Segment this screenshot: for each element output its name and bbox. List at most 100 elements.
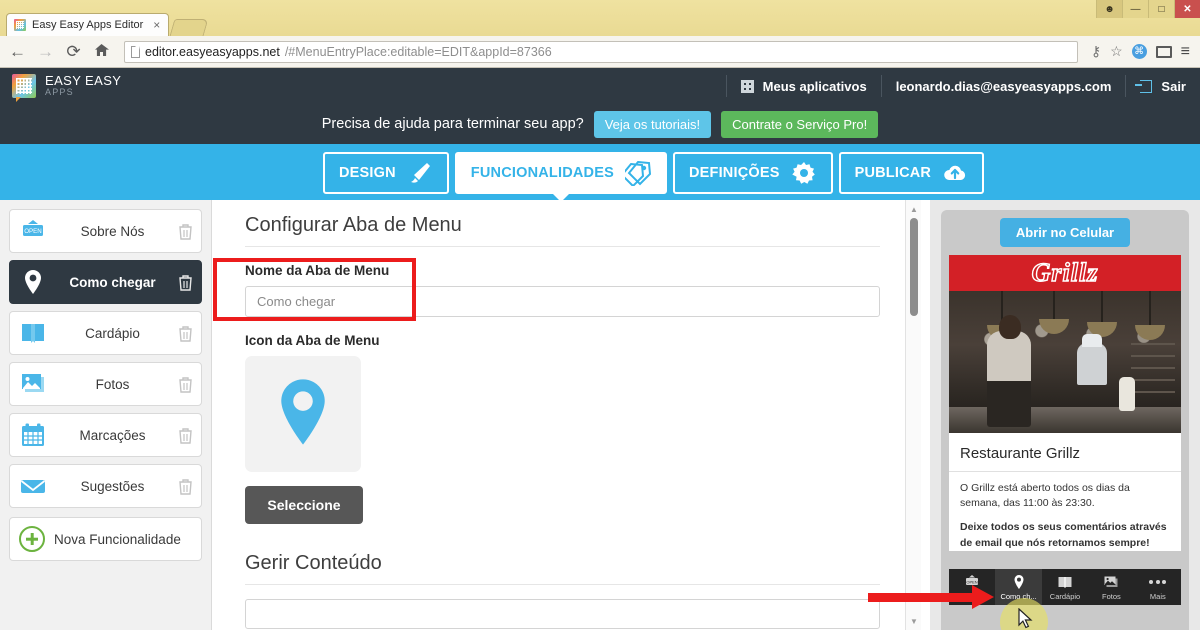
screenshot-frame-icon[interactable] [1156,46,1172,58]
browser-menu-icon[interactable]: ≡ [1181,43,1190,61]
url-path: /#MenuEntryPlace:editable=EDIT&appId=873… [285,45,552,59]
brand-line1: EASY EASY [45,74,121,88]
maximize-button[interactable]: □ [1148,0,1174,18]
preview-body: O Grillz está aberto todos os dias da se… [949,472,1181,551]
open-book-icon [1057,574,1073,590]
svg-text:OPEN: OPEN [24,228,42,235]
sidebar-item-label: Como chegar [47,275,178,290]
pro-service-button[interactable]: Contrate o Serviço Pro! [721,111,878,138]
my-apps-label: Meus aplicativos [763,79,867,94]
tab-design[interactable]: DESIGN [323,152,449,194]
tab-publicar-label: PUBLICAR [855,165,932,181]
url-host: editor.easyeasyapps.net [145,45,280,59]
tab-publicar[interactable]: PUBLICAR [839,152,985,194]
close-window-button[interactable]: ✕ [1174,0,1200,18]
cloud-upload-icon [942,160,968,186]
help-question: Precisa de ajuda para terminar seu app? [322,116,584,132]
main-tab-band: DESIGN FUNCIONALIDADES DEFINIÇÕES [0,144,1200,200]
phone-tab-fotos[interactable]: Fotos [1088,569,1134,605]
mouse-cursor [1018,608,1034,630]
tutorials-button[interactable]: Veja os tutoriais! [594,111,711,138]
forward-icon[interactable]: → [36,42,55,62]
map-pin-icon [265,374,341,455]
main-scrollbar[interactable]: ▲ ▼ [905,200,921,630]
logout-link[interactable]: Sair [1126,68,1200,104]
easy-easy-apps-logo-icon [12,74,36,98]
sidebar-item-label: Sugestões [47,479,178,494]
icon-field-group: Icon da Aba de Menu Seleccione [245,333,880,524]
delete-icon[interactable] [178,274,193,291]
delete-icon[interactable] [178,376,193,393]
new-tab-button[interactable] [170,19,209,36]
my-apps-link[interactable]: Meus aplicativos [727,68,881,104]
scrollbar-thumb[interactable] [910,218,918,316]
phone-frame: Abrir no Celular Grillz [941,210,1189,630]
new-feature-button[interactable]: Nova Funcionalidade [9,517,202,561]
address-bar[interactable]: editor.easyeasyapps.net /#MenuEntryPlace:… [124,41,1078,63]
photos-icon [1103,574,1119,590]
delete-icon[interactable] [178,478,193,495]
delete-icon[interactable] [178,223,193,240]
tab-funcionalidades[interactable]: FUNCIONALIDADES [455,152,667,194]
sidebar-item-marcacoes[interactable]: Marcações [9,413,202,457]
map-pin-icon [1011,574,1027,590]
features-sidebar: OPEN Sobre Nós Como chegar [0,200,212,630]
map-pin-icon [19,268,47,296]
tab-strip: Easy Easy Apps Editor × [6,13,206,36]
tab-definicoes[interactable]: DEFINIÇÕES [673,152,833,194]
browser-tab[interactable]: Easy Easy Apps Editor × [6,13,169,36]
window-controls: ☻ — □ ✕ [1096,0,1200,18]
app-navbar: EASY EASY APPS Meus aplicativos leonardo… [0,68,1200,104]
key-icon[interactable]: ⚷ [1091,43,1101,60]
scroll-down-icon[interactable]: ▼ [906,614,922,628]
tab-funcionalidades-label: FUNCIONALIDADES [471,165,614,181]
plus-circle-icon [19,526,45,552]
envelope-icon [19,472,47,500]
ellipsis-icon [1149,574,1166,590]
sidebar-item-sugestoes[interactable]: Sugestões [9,464,202,508]
select-icon-button[interactable]: Seleccione [245,486,363,524]
open-mobile-button[interactable]: Abrir no Celular [1000,218,1130,247]
home-icon[interactable] [92,42,111,62]
content-input[interactable] [245,599,880,629]
reload-icon[interactable]: ⟳ [64,42,83,62]
logout-icon [1140,80,1152,93]
phone-tab-label: Mais [1150,592,1166,601]
logout-label: Sair [1161,79,1186,94]
sidebar-item-sobre-nos[interactable]: OPEN Sobre Nós [9,209,202,253]
content-area: OPEN Sobre Nós Como chegar [0,200,1200,630]
preview-page-title: Restaurante Grillz [949,433,1181,472]
help-banner: Precisa de ajuda para terminar seu app? … [0,104,1200,144]
user-email: leonardo.dias@easyeasyapps.com [882,68,1126,104]
grid-icon [741,80,754,93]
phone-tab-mais[interactable]: Mais [1135,569,1181,605]
phone-screen: Grillz Restaurante Grillz [949,255,1181,551]
sidebar-item-cardapio[interactable]: Cardápio [9,311,202,355]
user-profile-icon[interactable]: ☻ [1096,0,1122,18]
phone-tab-label: Cardápio [1050,592,1080,601]
brand-logo-group[interactable]: EASY EASY APPS [0,74,121,98]
icon-field-label: Icon da Aba de Menu [245,333,880,348]
grillz-logo-text: Grillz [1032,258,1099,288]
toolbar-right-icons: ⚷ ☆ ⌘ ≡ [1091,43,1192,61]
page-title: Configurar Aba de Menu [245,214,880,247]
delete-icon[interactable] [178,325,193,342]
open-sign-icon: OPEN [19,217,47,245]
sidebar-item-label: Sobre Nós [47,224,178,239]
minimize-button[interactable]: — [1122,0,1148,18]
browser-tab-title: Easy Easy Apps Editor [32,19,143,31]
sidebar-item-label: Fotos [47,377,178,392]
brand-line2: APPS [45,88,121,97]
phone-tab-cardapio[interactable]: Cardápio [1042,569,1088,605]
extension-icon[interactable]: ⌘ [1132,44,1147,59]
back-icon[interactable]: ← [8,42,27,62]
scroll-up-icon[interactable]: ▲ [906,202,922,216]
tags-icon [625,160,651,186]
sidebar-item-fotos[interactable]: Fotos [9,362,202,406]
svg-text:OPEN: OPEN [967,579,978,584]
close-icon[interactable]: × [153,18,160,32]
sidebar-item-como-chegar[interactable]: Como chegar [9,260,202,304]
delete-icon[interactable] [178,427,193,444]
bookmark-star-icon[interactable]: ☆ [1110,43,1123,60]
icon-preview[interactable] [245,356,361,472]
